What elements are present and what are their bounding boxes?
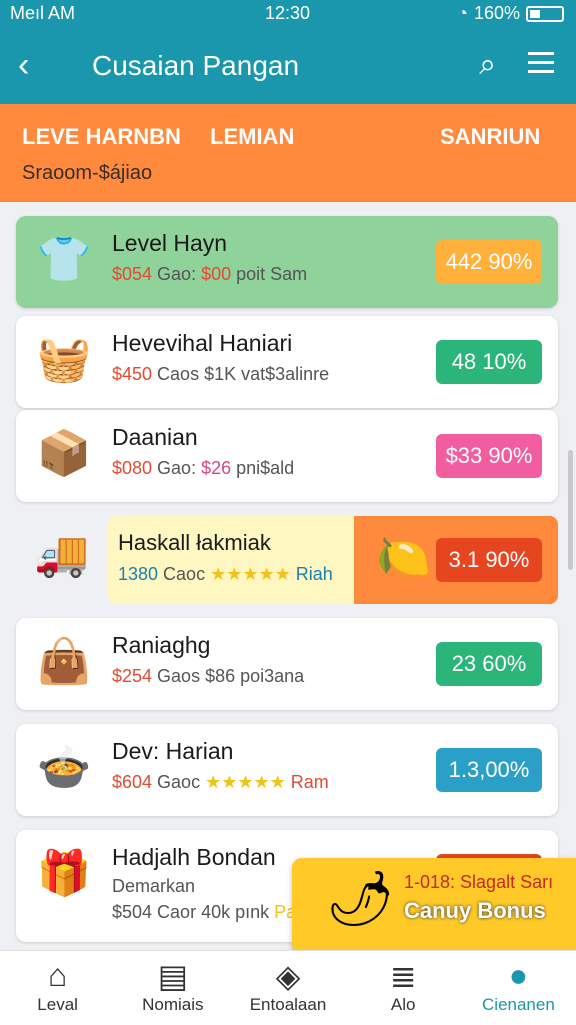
- nav-label: Cienanen: [482, 995, 555, 1014]
- food-box-icon: 📦: [36, 429, 92, 478]
- bonus-popup[interactable]: 🌶 1-018: Slagalt Sarı Canuy Bonus: [292, 858, 576, 954]
- list-item[interactable]: 📦 Daanian $080 Gao: $26 pni$ald $33 90%: [16, 410, 558, 502]
- banner-col-2[interactable]: LEMIAN: [210, 124, 294, 150]
- rating-stars: ★★★★★: [205, 772, 286, 792]
- banner-subtitle: Sraoom-$ájiao: [22, 162, 153, 184]
- list-item[interactable]: 🍲 Dev: Harian $604 Gaoc ★★★★★ Ram 1.3,00…: [16, 724, 558, 816]
- level-banner: LEVE HARNBN LEMIAN SANRIUN Sraoom-$ájiao: [0, 104, 576, 202]
- menu-icon[interactable]: [528, 46, 554, 79]
- map-icon: ◈: [275, 958, 301, 994]
- percent-badge: 442 90%: [436, 240, 542, 284]
- wifi-icon: ◔: [457, 3, 468, 23]
- item-name: Raniaghg: [112, 632, 211, 658]
- list-item[interactable]: 👕 Level Hayn $054 Gao: $00 poit Sam 442 …: [16, 216, 558, 308]
- app-header: ‹ Cusaian Pangan ⌕: [0, 28, 576, 104]
- nav-item-nomiais[interactable]: ▤ Nomiais: [115, 951, 230, 1025]
- clock: 12:30: [265, 3, 311, 23]
- carrier-label: Meıl AM: [10, 3, 76, 23]
- item-meta: $254 Gaos $86 poi3ana: [112, 666, 305, 686]
- item-meta: $054 Gao: $00 poit Sam: [112, 264, 308, 284]
- nav-item-level[interactable]: ⌂ Leval: [0, 951, 115, 1025]
- banner-col-1[interactable]: LEVE HARNBN: [22, 124, 181, 150]
- rating-stars: ★★★★★: [210, 564, 291, 584]
- item-name: Hadjalh Bondan: [112, 844, 276, 870]
- bowl-icon: 🍲: [36, 743, 92, 792]
- percent-badge: 23 60%: [436, 642, 542, 686]
- item-meta: $450 Caos $1K vat$3alinre: [112, 364, 330, 384]
- bag-icon: 👜: [36, 637, 92, 686]
- search-icon[interactable]: ⌕: [479, 48, 496, 82]
- bottom-nav: ⌂ Leval ▤ Nomiais ◈ Entoalaan ≣ Alo ● Cienane…: [0, 950, 576, 1025]
- banner-col-3[interactable]: SANRIUN: [440, 124, 540, 150]
- bonus-label: Canuy Bonus: [404, 898, 546, 923]
- item-name: Haskall łakmiak: [118, 530, 271, 555]
- percent-badge: 48 10%: [436, 340, 542, 384]
- battery-percent: 160%: [473, 3, 520, 23]
- home-icon: ⌂: [47, 957, 68, 993]
- status-icons: ◔ 160%: [457, 3, 564, 24]
- nav-label: Nomiais: [142, 995, 204, 1014]
- scrollbar[interactable]: [568, 450, 573, 570]
- nav-item-entoalaan[interactable]: ◈ Entoalaan: [230, 951, 345, 1025]
- item-meta: $504 Caor 40k pınk Pa: [112, 902, 297, 922]
- list-icon: ≣: [389, 958, 417, 994]
- chili-mascot-icon: 🌶: [326, 869, 395, 929]
- item-subtitle: Demarkan: [112, 876, 196, 896]
- item-name: Level Hayn: [112, 230, 228, 256]
- list-item[interactable]: 🧺 Hevevihal Haniari $450 Caos $1K vat$3a…: [16, 316, 558, 408]
- nav-label: Alo: [390, 995, 416, 1014]
- basket-icon: 🧺: [36, 335, 92, 384]
- highlight-content: 🚚 Haskall łakmiak 1380 Caoc ★★★★★ Riah 3…: [16, 514, 558, 606]
- item-name: Hevevihal Haniari: [112, 330, 293, 356]
- back-icon[interactable]: ‹: [18, 48, 29, 82]
- list-item[interactable]: 👜 Raniaghg $254 Gaos $86 poi3ana 23 60%: [16, 618, 558, 710]
- page-title: Cusaian Pangan: [92, 50, 300, 81]
- nav-item-alo[interactable]: ≣ Alo: [346, 951, 461, 1025]
- item-name: Dev: Harian: [112, 738, 234, 764]
- battery-icon: [526, 5, 564, 22]
- chart-icon: ▤: [157, 958, 188, 994]
- item-name: Daanian: [112, 424, 198, 450]
- item-meta: $080 Gao: $26 pni$ald: [112, 458, 295, 478]
- truck-icon: 🚚: [34, 530, 89, 579]
- nav-label: Entoalaan: [249, 995, 327, 1014]
- nav-label: Leval: [37, 995, 78, 1014]
- gift-box-icon: 🎁: [36, 849, 92, 898]
- percent-badge: $33 90%: [436, 434, 542, 478]
- item-meta: $604 Gaoc ★★★★★ Ram: [112, 772, 329, 792]
- percent-badge: 3.1 90%: [436, 538, 542, 582]
- user-icon: ●: [508, 957, 529, 993]
- item-meta: 1380 Caoc ★★★★★ Riah: [118, 564, 333, 584]
- nav-item-profile[interactable]: ● Cienanen: [461, 951, 576, 1025]
- bonus-title: 1-018: Slagalt Sarı: [404, 872, 554, 892]
- shirt-icon: 👕: [36, 235, 92, 284]
- status-bar: Meıl AM 12:30 ◔ 160%: [0, 0, 576, 28]
- percent-badge: 1.3,00%: [436, 748, 542, 792]
